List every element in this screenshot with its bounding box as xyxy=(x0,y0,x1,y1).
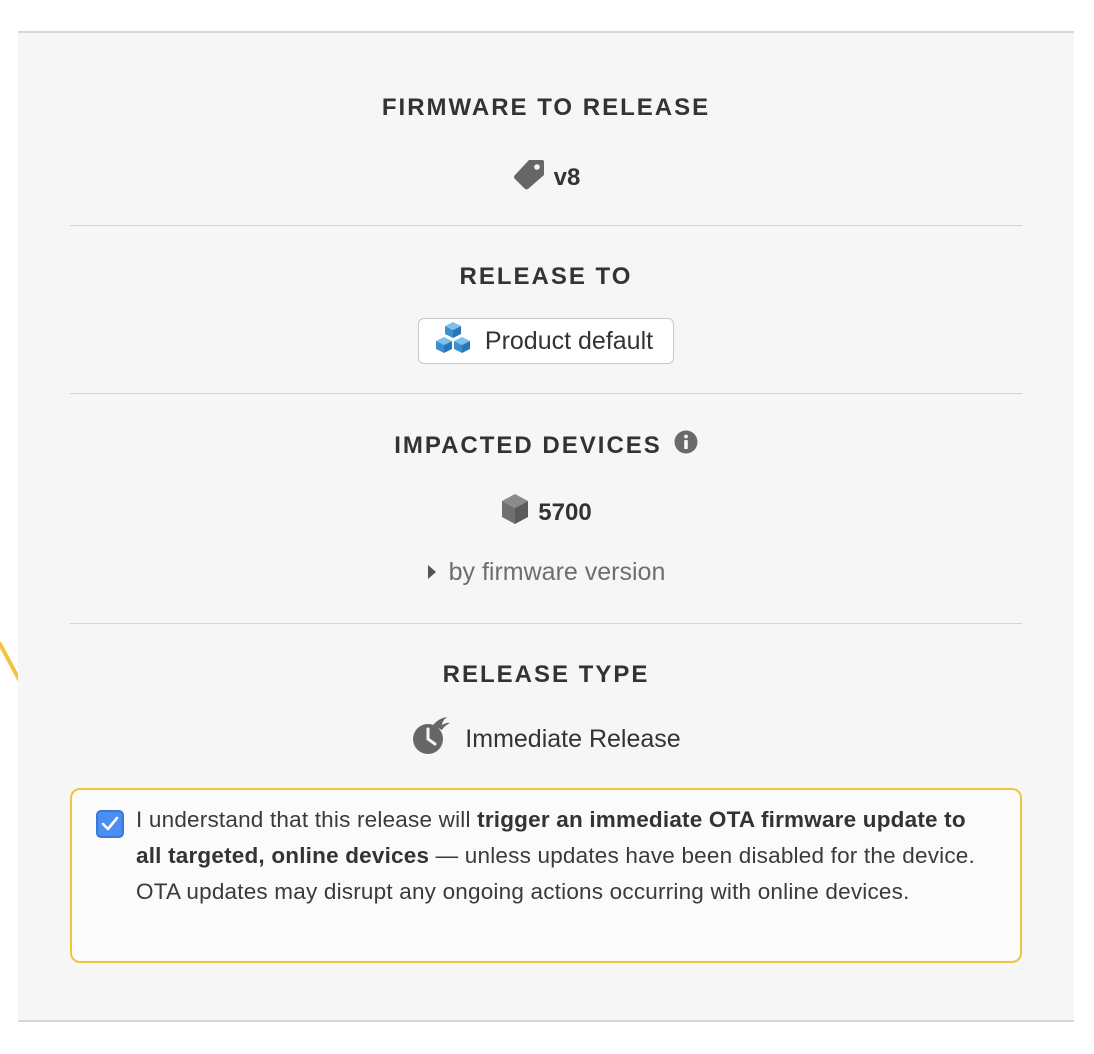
firmware-breakdown-row: by firmware version xyxy=(18,558,1074,587)
fast-clock-icon xyxy=(411,716,451,763)
acknowledge-checkbox[interactable] xyxy=(96,810,124,838)
acknowledgement-text: I understand that this release will trig… xyxy=(136,802,986,910)
acknowledgement-box: I understand that this release will trig… xyxy=(70,788,1022,963)
release-type-section: RELEASE TYPE xyxy=(18,660,1074,690)
group-label: Product default xyxy=(484,326,654,355)
release-type-heading: RELEASE TYPE xyxy=(442,661,650,688)
tag-icon xyxy=(512,158,546,197)
divider xyxy=(70,393,1022,394)
release-type-row: Immediate Release xyxy=(18,716,1074,763)
breakdown-label: by firmware version xyxy=(448,558,666,586)
release-type-label: Immediate Release xyxy=(465,725,681,753)
release-summary-panel: FIRMWARE TO RELEASE v8 RELEASE TO Produc… xyxy=(18,31,1074,1022)
device-count: 5700 xyxy=(538,498,592,526)
firmware-version: v8 xyxy=(553,163,581,191)
impacted-devices-heading: IMPACTED DEVICES xyxy=(394,432,662,459)
info-icon[interactable] xyxy=(674,430,698,462)
firmware-version-row: v8 xyxy=(18,158,1074,197)
device-count-row: 5700 xyxy=(18,493,1074,532)
impacted-devices-section: IMPACTED DEVICES xyxy=(18,430,1074,462)
firmware-section: FIRMWARE TO RELEASE xyxy=(18,93,1074,123)
cube-icon xyxy=(500,493,530,532)
product-default-group-button[interactable]: Product default xyxy=(417,318,675,364)
checkmark-icon xyxy=(101,816,119,831)
release-to-row: Product default xyxy=(18,318,1074,364)
ack-text-intro: I understand that this release will xyxy=(136,807,478,832)
by-firmware-version-toggle[interactable]: by firmware version xyxy=(427,558,666,587)
cubes-icon xyxy=(435,321,471,362)
caret-right-icon xyxy=(427,558,437,587)
release-to-section: RELEASE TO xyxy=(18,262,1074,292)
divider xyxy=(70,623,1022,624)
release-to-heading: RELEASE TO xyxy=(459,263,633,290)
firmware-heading: FIRMWARE TO RELEASE xyxy=(381,94,711,121)
divider xyxy=(70,225,1022,226)
